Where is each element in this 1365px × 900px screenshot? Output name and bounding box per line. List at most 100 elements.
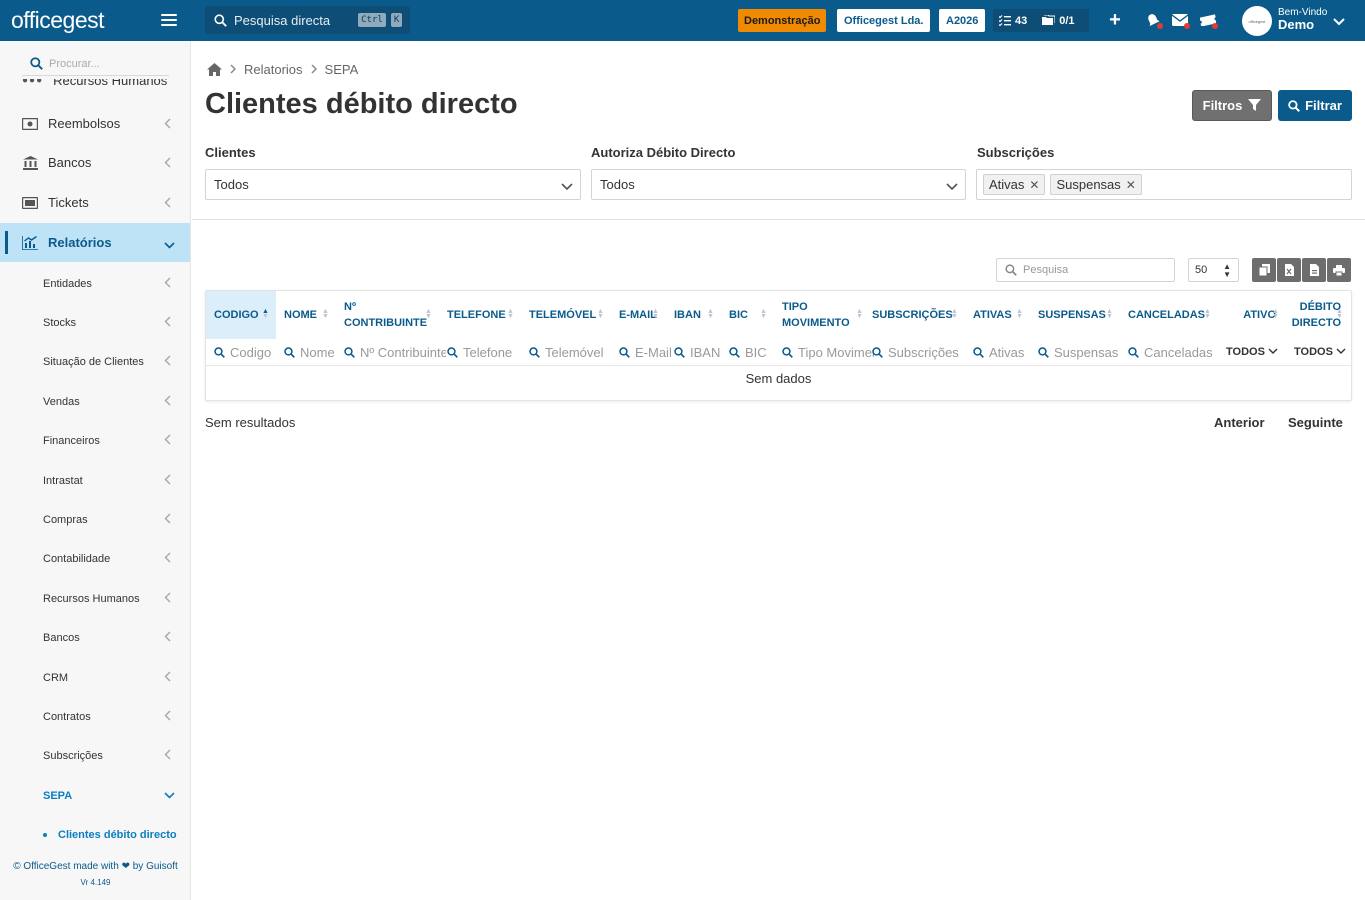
next-page-button[interactable]: Seguinte bbox=[1288, 415, 1343, 430]
column-header-telemovel[interactable]: TELEMÓVEL ▲ ▼ bbox=[521, 291, 611, 339]
column-filter-suspensas[interactable]: Suspensas bbox=[1038, 339, 1126, 365]
sidebar-item-reembolsos[interactable]: Reembolsos bbox=[0, 104, 190, 143]
sort-icon[interactable]: ▲ ▼ bbox=[760, 308, 767, 320]
print-button[interactable] bbox=[1327, 258, 1351, 282]
column-header-e-mail[interactable]: E-MAIL ▲ ▼ bbox=[611, 291, 666, 339]
sort-icon[interactable]: ▲ ▼ bbox=[425, 308, 432, 320]
column-filter-n-contribuinte[interactable]: Nº Contribuinte bbox=[344, 339, 446, 365]
column-header-ativas[interactable]: ATIVAS ▲ ▼ bbox=[965, 291, 1030, 339]
sort-icon[interactable]: ▲ ▼ bbox=[1106, 308, 1113, 320]
sidebar-item-relatorios[interactable]: Relatórios bbox=[0, 223, 190, 262]
filtros-button[interactable]: Filtros bbox=[1192, 90, 1272, 121]
sort-icon[interactable]: ▲ ▼ bbox=[856, 308, 863, 320]
notifications-icon[interactable] bbox=[1144, 11, 1163, 29]
sidebar-subitem-entidades[interactable]: Entidades bbox=[0, 264, 190, 303]
sort-icon[interactable]: ▲ ▼ bbox=[951, 308, 958, 320]
column-header-suspensas[interactable]: SUSPENSAS ▲ ▼ bbox=[1030, 291, 1120, 339]
column-header-subscricoes[interactable]: SUBSCRIÇÕES ▲ ▼ bbox=[864, 291, 965, 339]
remove-chip-icon[interactable]: ✕ bbox=[1029, 178, 1039, 192]
menu-toggle-icon[interactable] bbox=[161, 14, 177, 26]
column-filter-tipo-movimento[interactable]: Tipo Movimento bbox=[782, 339, 874, 365]
demo-badge[interactable]: Demonstração bbox=[738, 9, 827, 32]
sidebar-item-clientes-debito-directo[interactable]: Clientes débito directo bbox=[0, 820, 190, 850]
sort-icon[interactable]: ▲ ▼ bbox=[322, 308, 329, 320]
column-filter-codigo[interactable]: Codigo bbox=[214, 339, 280, 365]
sort-icon[interactable]: ▲ ▼ bbox=[1272, 308, 1279, 320]
sort-icon[interactable]: ▲ ▼ bbox=[1204, 308, 1211, 320]
sidebar-subitem-crm[interactable]: CRM bbox=[0, 658, 190, 697]
page-size-select[interactable]: 50 ▲ ▼ bbox=[1188, 258, 1239, 282]
sidebar-subitem-stocks[interactable]: Stocks bbox=[0, 303, 190, 342]
pdf-button[interactable] bbox=[1302, 258, 1326, 282]
sidebar-subitem-contratos[interactable]: Contratos bbox=[0, 697, 190, 736]
sort-icon[interactable]: ▲ ▼ bbox=[707, 308, 714, 320]
column-header-debito-directo[interactable]: DÉBITO DIRECTO ▲ ▼ bbox=[1286, 291, 1351, 339]
chevron-down-icon[interactable] bbox=[1333, 14, 1345, 29]
user-menu[interactable]: Bem-Vindo Demo bbox=[1278, 7, 1327, 32]
column-filter-e-mail[interactable]: E-Mail bbox=[619, 339, 673, 365]
sidebar-subitem-situacao-de-clientes[interactable]: Situação de Clientes bbox=[0, 342, 190, 381]
sidebar-search-input[interactable]: Procurar... bbox=[22, 52, 169, 76]
sort-icon[interactable]: ▲ ▼ bbox=[1016, 308, 1023, 320]
global-search-input[interactable]: Pesquisa directa Ctrl K bbox=[205, 6, 410, 34]
subscricoes-multiselect[interactable]: Ativas ✕ Suspensas ✕ bbox=[976, 169, 1352, 200]
year-selector[interactable]: A2026 bbox=[939, 9, 986, 32]
column-header-bic[interactable]: BIC ▲ ▼ bbox=[721, 291, 774, 339]
column-header-canceladas[interactable]: CANCELADAS ▲ ▼ bbox=[1120, 291, 1218, 339]
autoriza-debito-select[interactable]: Todos bbox=[591, 169, 966, 200]
remove-chip-icon[interactable]: ✕ bbox=[1126, 178, 1136, 192]
column-header-codigo[interactable]: CODIGO ▲ ▼ bbox=[206, 291, 276, 339]
column-filter-nome[interactable]: Nome bbox=[284, 339, 342, 365]
filtrar-button[interactable]: Filtrar bbox=[1278, 90, 1352, 121]
column-filter-canceladas[interactable]: Canceladas bbox=[1128, 339, 1226, 365]
excel-button[interactable] bbox=[1277, 258, 1301, 282]
column-header-ativo[interactable]: ATIVO ▲ ▼ bbox=[1218, 291, 1286, 339]
column-filter-bic[interactable]: BIC bbox=[729, 339, 781, 365]
column-header-nome[interactable]: NOME ▲ ▼ bbox=[276, 291, 336, 339]
sidebar-subitem-intrastat[interactable]: Intrastat bbox=[0, 461, 190, 500]
column-header-n-contribuinte[interactable]: Nº CONTRIBUINTE ▲ ▼ bbox=[336, 291, 439, 339]
column-filter-ativas[interactable]: Ativas bbox=[973, 339, 1037, 365]
clientes-select[interactable]: Todos bbox=[205, 169, 581, 200]
footer-by[interactable]: by Guisoft bbox=[133, 861, 178, 872]
sort-icon[interactable]: ▲ ▼ bbox=[652, 308, 659, 320]
table-search-input[interactable]: Pesquisa bbox=[996, 258, 1175, 282]
company-selector[interactable]: Officegest Lda. bbox=[837, 9, 931, 32]
sidebar-item-tickets[interactable]: Tickets bbox=[0, 183, 190, 222]
column-filter-ativo[interactable]: TODOS bbox=[1226, 339, 1286, 365]
sidebar-subitem-recursos-humanos[interactable]: Recursos Humanos bbox=[0, 579, 190, 618]
column-header-telefone[interactable]: TELEFONE ▲ ▼ bbox=[439, 291, 521, 339]
sort-icon[interactable]: ▲ ▼ bbox=[1336, 308, 1343, 320]
breadcrumb-item-sepa[interactable]: SEPA bbox=[325, 62, 359, 77]
sidebar-subitem-bancos[interactable]: Bancos bbox=[0, 618, 190, 657]
sidebar-subitem-compras[interactable]: Compras bbox=[0, 500, 190, 539]
officegest-logo[interactable]: officegest bbox=[11, 7, 105, 34]
sidebar-subitem-sepa[interactable]: SEPA bbox=[0, 776, 190, 815]
breadcrumb-item-relatorios[interactable]: Relatorios bbox=[244, 62, 303, 77]
column-header-tipo-movimento[interactable]: TIPO MOVIMENTO ▲ ▼ bbox=[774, 291, 864, 339]
column-filter-subscricoes[interactable]: Subscrições bbox=[872, 339, 972, 365]
sidebar-subitem-vendas[interactable]: Vendas bbox=[0, 382, 190, 421]
column-filter-debito-directo[interactable]: TODOS bbox=[1294, 339, 1354, 365]
column-filter-telefone[interactable]: Telefone bbox=[447, 339, 527, 365]
sidebar-subitem-contabilidade[interactable]: Contabilidade bbox=[0, 539, 190, 578]
mail-icon[interactable] bbox=[1171, 11, 1190, 29]
column-filter-iban[interactable]: IBAN bbox=[674, 339, 728, 365]
previous-page-button[interactable]: Anterior bbox=[1214, 415, 1265, 430]
home-icon[interactable] bbox=[207, 63, 222, 76]
sidebar-subitem-subscricoes[interactable]: Subscrições bbox=[0, 736, 190, 775]
chip-suspensas: Suspensas ✕ bbox=[1050, 174, 1142, 195]
sort-icon[interactable]: ▲ ▼ bbox=[262, 308, 269, 320]
sidebar-item-bancos[interactable]: Bancos bbox=[0, 143, 190, 182]
tickets-icon[interactable] bbox=[1199, 11, 1218, 29]
add-icon[interactable]: + bbox=[1106, 9, 1124, 31]
sidebar-subitem-financeiros[interactable]: Financeiros bbox=[0, 421, 190, 460]
tasks-counter[interactable]: 43 0/1 bbox=[993, 9, 1089, 32]
column-filter-telemovel[interactable]: Telemóvel bbox=[529, 339, 617, 365]
sidebar-item-recursos-humanos-clipped[interactable]: ●●● Recursos Humanos bbox=[22, 79, 182, 91]
column-header-iban[interactable]: IBAN ▲ ▼ bbox=[666, 291, 721, 339]
copy-button[interactable] bbox=[1252, 258, 1276, 282]
sort-icon[interactable]: ▲ ▼ bbox=[507, 308, 514, 320]
avatar[interactable]: officegest bbox=[1242, 6, 1272, 36]
sort-icon[interactable]: ▲ ▼ bbox=[597, 308, 604, 320]
